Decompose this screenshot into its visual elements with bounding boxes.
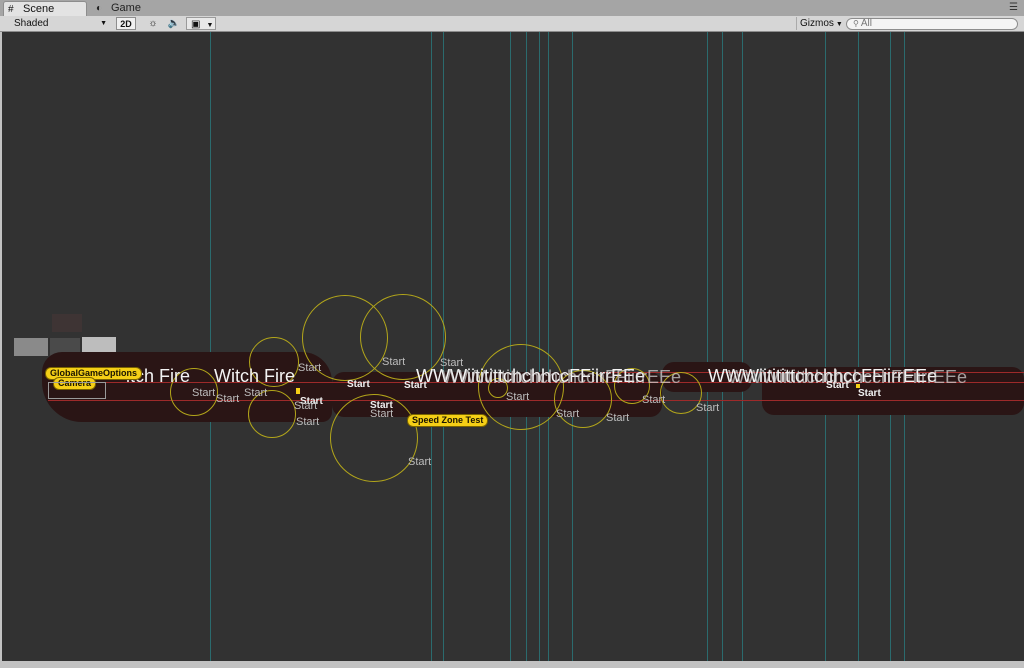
- chevron-down-icon: ▼: [100, 20, 107, 27]
- start-label: Start: [556, 408, 580, 420]
- start-label: Start: [858, 388, 881, 399]
- guide-line: [825, 32, 826, 661]
- unity-scene-view: # Scene ◐ Game ☰ Shaded ▼ 2D ☼ 🔈 ▣ ▼ Gizmos…: [0, 0, 1024, 668]
- effects-dropdown[interactable]: ▣ ▼: [186, 17, 216, 30]
- guide-line: [539, 32, 540, 661]
- bottom-edge: [0, 661, 1024, 668]
- guide-line: [572, 32, 573, 661]
- guide-line: [904, 32, 905, 661]
- start-label: Start: [696, 402, 720, 414]
- start-label: Start: [347, 379, 370, 390]
- guide-line: [890, 32, 891, 661]
- tab-bar: # Scene ◐ Game ☰: [0, 0, 1024, 16]
- sprite-preview[interactable]: [52, 314, 82, 332]
- start-label: Start: [294, 400, 318, 412]
- chevron-down-icon: ▼: [835, 21, 843, 28]
- overlapped-level-text: WWWiitittchchchcchFFiirrEEe: [442, 367, 682, 387]
- start-label: Start: [826, 380, 849, 391]
- guide-line: [707, 32, 708, 661]
- guide-line: [722, 32, 723, 661]
- guide-line: [210, 32, 211, 661]
- audio-toggle-icon[interactable]: 🔈: [164, 17, 184, 30]
- tab-game-label: Game: [111, 2, 141, 14]
- toggle-2d-button[interactable]: 2D: [116, 17, 136, 30]
- search-placeholder: All: [860, 18, 872, 29]
- shading-mode-label: Shaded: [14, 18, 49, 29]
- speed-zone-test-badge[interactable]: Speed Zone Test: [408, 415, 488, 426]
- sprite-preview[interactable]: [14, 338, 48, 356]
- start-label: Start: [506, 391, 530, 403]
- gizmos-label: Gizmos: [800, 18, 834, 29]
- start-label: Start: [382, 356, 406, 368]
- spawn-marker-icon[interactable]: [856, 384, 860, 388]
- scene-toolbar: Shaded ▼ 2D ☼ 🔈 ▣ ▼ Gizmos ▼ ⚲ All: [0, 16, 1024, 32]
- pacman-icon: ◐: [96, 3, 103, 14]
- scene-canvas[interactable]: itch Fire Witch Fire WWWiititittchchhccF…: [2, 32, 1024, 661]
- start-label: Start: [192, 387, 216, 399]
- start-label: Start: [370, 408, 394, 420]
- chevron-down-icon: ▼: [206, 22, 214, 29]
- start-label: Start: [404, 380, 427, 391]
- start-label: Start: [606, 412, 630, 424]
- start-label: Start: [298, 362, 322, 374]
- window-menu-icon[interactable]: ☰: [1009, 2, 1018, 13]
- tab-scene-label: Scene: [23, 3, 55, 15]
- shading-mode-dropdown[interactable]: Shaded ▼: [10, 17, 110, 30]
- start-label: Start: [440, 357, 464, 369]
- start-label: Start: [216, 393, 240, 405]
- start-label: Start: [642, 394, 666, 406]
- search-icon: ⚲: [853, 19, 859, 28]
- tab-scene[interactable]: # Scene: [3, 1, 87, 16]
- start-label: Start: [244, 387, 268, 399]
- gizmos-dropdown[interactable]: Gizmos ▼: [796, 17, 843, 30]
- witch-fire-text: Witch Fire: [214, 366, 295, 386]
- guide-line: [858, 32, 859, 661]
- guide-line: [742, 32, 743, 661]
- guide-line: [548, 32, 549, 661]
- tab-game[interactable]: ◐ Game: [92, 1, 178, 16]
- spawn-marker-icon[interactable]: [296, 388, 300, 394]
- hierarchy-search-input[interactable]: ⚲ All: [846, 18, 1018, 30]
- image-effects-icon: ▣: [191, 19, 201, 30]
- lighting-toggle-icon[interactable]: ☼: [144, 17, 162, 30]
- start-label: Start: [296, 416, 320, 428]
- camera-frame[interactable]: [48, 382, 106, 399]
- grid-icon: #: [8, 4, 14, 15]
- start-label: Start: [408, 456, 432, 468]
